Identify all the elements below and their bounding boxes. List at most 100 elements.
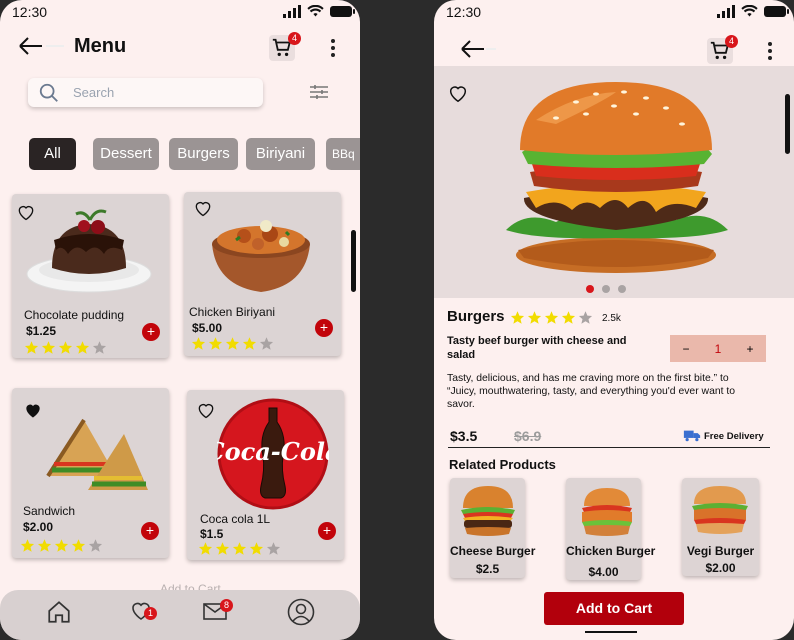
product-title: Tasty beef burger with cheese and salad bbox=[447, 335, 627, 361]
home-indicator bbox=[585, 631, 637, 633]
food-price: $1.5 bbox=[200, 527, 224, 541]
product-category: Burgers bbox=[447, 308, 505, 325]
category-chip-dessert[interactable]: Dessert bbox=[93, 138, 159, 170]
related-product-name: Cheese Burger bbox=[450, 544, 536, 558]
star-filled-icon bbox=[75, 340, 90, 355]
rating-stars bbox=[198, 541, 281, 556]
filter-icon[interactable] bbox=[309, 83, 329, 101]
scrollbar-thumb[interactable] bbox=[785, 94, 790, 154]
vegi-burger-image bbox=[692, 486, 748, 534]
more-options-icon[interactable] bbox=[767, 42, 773, 60]
related-product-chicken-burger[interactable]: Chicken Burger $4.00 bbox=[566, 478, 656, 580]
related-product-cheese-burger[interactable]: Cheese Burger $2.5 bbox=[450, 478, 536, 578]
battery-icon bbox=[330, 6, 355, 17]
cart-button[interactable]: 4 bbox=[269, 32, 301, 61]
cheese-burger-image bbox=[461, 486, 515, 536]
home-icon[interactable] bbox=[46, 599, 72, 625]
chicken-burger-image bbox=[582, 488, 632, 536]
star-filled-icon bbox=[232, 541, 247, 556]
food-price: $1.25 bbox=[26, 324, 57, 338]
food-price: $5.00 bbox=[192, 321, 223, 335]
wifi-icon bbox=[741, 5, 758, 17]
carousel-dot[interactable] bbox=[602, 285, 610, 293]
star-filled-icon bbox=[527, 310, 542, 325]
carousel-indicator[interactable] bbox=[586, 285, 626, 293]
star-filled-icon bbox=[242, 336, 257, 351]
review-count: 2.5k bbox=[602, 313, 621, 324]
star-empty-icon bbox=[578, 310, 593, 325]
carousel-dot[interactable] bbox=[586, 285, 594, 293]
related-product-price: $4.00 bbox=[588, 565, 619, 579]
star-filled-icon bbox=[225, 336, 240, 351]
divider bbox=[448, 447, 770, 448]
battery-icon bbox=[764, 6, 789, 17]
back-arrow-icon[interactable] bbox=[18, 36, 66, 56]
chicken-biriyani-image bbox=[212, 220, 310, 292]
nav-messages[interactable]: 8 bbox=[203, 599, 233, 625]
add-to-cart-button[interactable]: Add to Cart bbox=[544, 592, 684, 625]
food-card-chocolate-pudding[interactable]: Chocolate pudding $1.25 + bbox=[12, 194, 169, 358]
favorite-heart-icon[interactable] bbox=[195, 400, 217, 420]
page-title: Menu bbox=[74, 35, 127, 57]
signal-icon bbox=[283, 5, 301, 18]
free-delivery-label: Free Delivery bbox=[704, 431, 764, 442]
star-filled-icon bbox=[510, 310, 525, 325]
chocolate-pudding-image bbox=[26, 209, 152, 293]
menu-screen: 12:30 Menu 4 Search All Dessert Burgers … bbox=[0, 0, 360, 640]
related-products-title: Related Products bbox=[449, 457, 556, 472]
carousel-dot[interactable] bbox=[618, 285, 626, 293]
star-empty-icon bbox=[259, 336, 274, 351]
add-to-cart-button[interactable]: + bbox=[142, 323, 160, 341]
cart-button[interactable]: 4 bbox=[707, 35, 738, 64]
add-to-cart-button[interactable]: + bbox=[141, 522, 159, 540]
profile-icon[interactable] bbox=[287, 598, 315, 626]
cart-badge: 4 bbox=[288, 32, 301, 45]
scrollbar-thumb[interactable] bbox=[351, 230, 356, 292]
quantity-plus-button[interactable]: + bbox=[746, 342, 753, 356]
rating-stars bbox=[24, 340, 107, 355]
status-time: 12:30 bbox=[446, 4, 482, 20]
category-chip-bbq[interactable]: BBq bbox=[326, 138, 360, 170]
star-filled-icon bbox=[191, 336, 206, 351]
more-options-icon[interactable] bbox=[330, 39, 336, 57]
product-image-carousel[interactable] bbox=[434, 66, 794, 298]
quantity-stepper[interactable]: − 1 + bbox=[670, 335, 766, 362]
favorite-heart-icon[interactable] bbox=[446, 82, 470, 104]
bottom-navigation: 1 8 bbox=[0, 590, 360, 640]
rating-stars bbox=[20, 538, 103, 553]
product-rating-stars bbox=[510, 310, 593, 325]
food-name: Sandwich bbox=[23, 504, 76, 518]
food-card-sandwich[interactable]: Sandwich $2.00 + bbox=[12, 388, 169, 558]
sandwich-image bbox=[46, 418, 148, 490]
delivery-truck-icon bbox=[683, 430, 701, 442]
related-product-name: Vegi Burger bbox=[686, 544, 755, 558]
signal-icon bbox=[717, 5, 735, 18]
coca-cola-image: Coca-Cola bbox=[217, 398, 329, 510]
back-arrow-icon[interactable] bbox=[460, 39, 500, 59]
food-card-chicken-biriyani[interactable]: Chicken Biriyani $5.00 + bbox=[184, 192, 341, 356]
food-name: Chicken Biriyani bbox=[189, 305, 276, 319]
quantity-minus-button[interactable]: − bbox=[683, 342, 690, 356]
star-filled-icon bbox=[54, 538, 69, 553]
category-chip-all[interactable]: All bbox=[29, 138, 76, 170]
add-to-cart-button[interactable]: + bbox=[315, 319, 333, 337]
related-product-name: Chicken Burger bbox=[566, 544, 656, 558]
messages-badge: 8 bbox=[220, 599, 233, 612]
star-filled-icon bbox=[208, 336, 223, 351]
star-empty-icon bbox=[266, 541, 281, 556]
food-card-coca-cola[interactable]: Coca-Cola Coca cola 1L $1.5 + bbox=[187, 390, 344, 560]
search-bar[interactable]: Search bbox=[28, 78, 263, 107]
star-filled-icon bbox=[37, 538, 52, 553]
search-input[interactable]: Search bbox=[73, 85, 114, 100]
status-bar: 12:30 bbox=[0, 3, 360, 21]
beef-burger-image bbox=[506, 82, 728, 273]
star-filled-icon bbox=[249, 541, 264, 556]
add-to-cart-button[interactable]: + bbox=[318, 522, 336, 540]
category-chip-biriyani[interactable]: Biriyani bbox=[246, 138, 315, 170]
star-filled-icon bbox=[71, 538, 86, 553]
category-chip-burgers[interactable]: Burgers bbox=[169, 138, 238, 170]
nav-favorites[interactable]: 1 bbox=[128, 598, 157, 626]
star-filled-icon bbox=[24, 340, 39, 355]
related-product-vegi-burger[interactable]: Vegi Burger $2.00 bbox=[682, 478, 759, 576]
related-product-price: $2.5 bbox=[475, 562, 500, 576]
